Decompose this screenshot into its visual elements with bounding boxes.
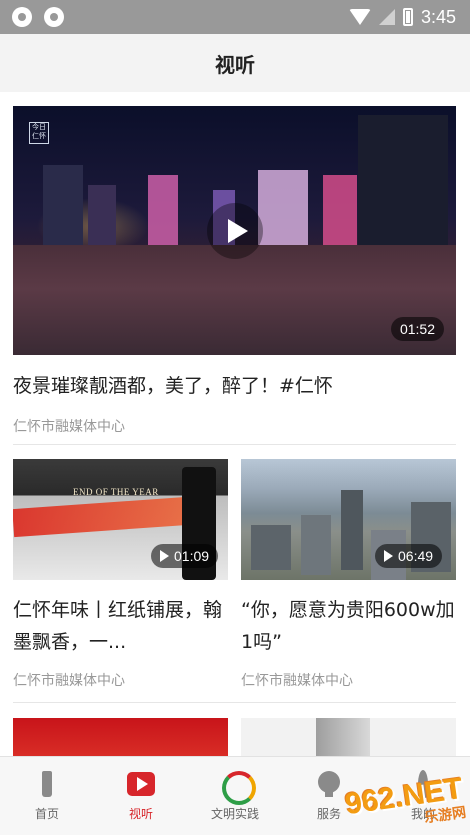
video-thumbnail[interactable] bbox=[241, 718, 456, 756]
video-feed[interactable]: 今日仁怀 01:52 夜景璀璨靓酒都，美了，醉了！#仁怀 仁怀市融媒体中心 EN… bbox=[0, 92, 470, 756]
signal-icon bbox=[378, 9, 395, 25]
tab-label: 文明实践 bbox=[210, 807, 259, 821]
duration-text: 01:09 bbox=[174, 548, 210, 564]
tab-home[interactable]: 首页 bbox=[2, 769, 92, 822]
featured-video-card[interactable]: 今日仁怀 01:52 夜景璀璨靓酒都，美了，醉了！#仁怀 仁怀市融媒体中心 bbox=[13, 106, 456, 436]
video-card[interactable]: END OF THE YEAR 01:09 仁怀年味丨红纸铺展，翰墨飘香，一..… bbox=[13, 459, 228, 690]
play-icon bbox=[160, 550, 169, 562]
status-bar: 3:45 bbox=[0, 0, 470, 34]
page-title: 视听 bbox=[215, 52, 255, 77]
play-icon bbox=[384, 550, 393, 562]
video-duration: 01:52 bbox=[390, 317, 444, 341]
service-icon bbox=[314, 769, 344, 799]
video-source: 仁怀市融媒体中心 bbox=[13, 419, 125, 435]
video-duration: 06:49 bbox=[375, 544, 443, 568]
civilization-logo-icon bbox=[220, 769, 256, 805]
app-notification-icon bbox=[12, 7, 32, 27]
tab-civilization[interactable]: 文明实践 bbox=[190, 769, 280, 822]
tab-label: 视听 bbox=[128, 807, 153, 821]
tab-video[interactable]: 视听 bbox=[96, 769, 186, 822]
duration-text: 01:52 bbox=[399, 321, 435, 337]
page-header: 视听 bbox=[0, 34, 470, 92]
home-icon bbox=[32, 769, 62, 799]
featured-video-thumbnail[interactable]: 今日仁怀 01:52 bbox=[13, 106, 456, 355]
video-duration: 01:09 bbox=[151, 544, 219, 568]
video-title[interactable]: 仁怀年味丨红纸铺展，翰墨飘香，一... bbox=[13, 594, 228, 658]
tab-label: 服务 bbox=[316, 807, 341, 821]
app-notification-icon bbox=[44, 7, 64, 27]
play-button-icon[interactable] bbox=[206, 202, 263, 259]
video-thumbnail[interactable]: 06:49 bbox=[241, 459, 456, 580]
video-card[interactable] bbox=[241, 718, 456, 756]
divider bbox=[13, 444, 456, 445]
status-time: 3:45 bbox=[420, 6, 456, 27]
video-source: 仁怀市融媒体中心 bbox=[13, 673, 125, 689]
video-title[interactable]: 夜景璀璨靓酒都，美了，醉了！#仁怀 bbox=[13, 373, 456, 399]
video-thumbnail[interactable]: END OF THE YEAR 01:09 bbox=[13, 459, 228, 580]
video-card[interactable]: 06:49 “你，愿意为贵阳600w加1吗” 仁怀市融媒体中心 bbox=[241, 459, 456, 690]
video-source: 仁怀市融媒体中心 bbox=[241, 673, 353, 689]
divider bbox=[13, 702, 456, 703]
video-play-icon bbox=[126, 769, 156, 799]
wifi-icon bbox=[348, 9, 371, 25]
duration-text: 06:49 bbox=[398, 548, 434, 564]
channel-logo: 今日仁怀 bbox=[29, 122, 49, 144]
video-thumbnail[interactable] bbox=[13, 718, 228, 756]
battery-icon bbox=[402, 8, 413, 26]
thumbnail-overlay-text: END OF THE YEAR bbox=[73, 487, 159, 497]
video-title[interactable]: “你，愿意为贵阳600w加1吗” bbox=[241, 594, 456, 658]
tab-label: 首页 bbox=[34, 807, 59, 821]
video-card[interactable] bbox=[13, 718, 228, 756]
